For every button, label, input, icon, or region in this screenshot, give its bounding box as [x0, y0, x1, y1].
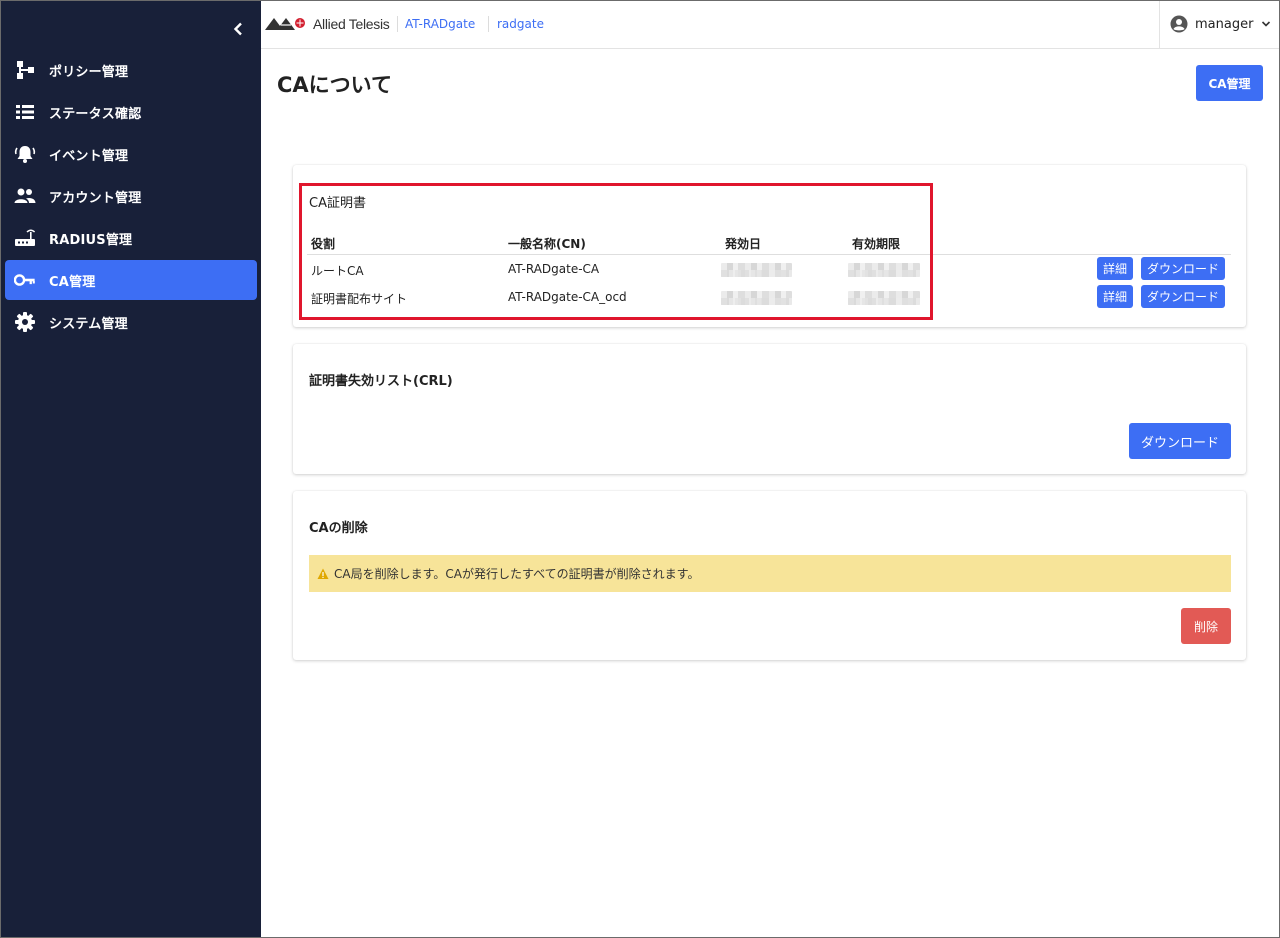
cell-role: 証明書配布サイト: [311, 292, 408, 306]
column-header: 役割: [311, 237, 336, 251]
top-header: Allied Telesis AT-RADgate radgate manage…: [261, 0, 1280, 49]
sidebar-item-label: ステータス確認: [49, 106, 142, 122]
download-button[interactable]: ダウンロード: [1141, 285, 1225, 308]
issue-date-redacted: [721, 291, 792, 305]
users-icon: [14, 185, 36, 207]
warning-alert: CA局を削除します。CAが発行したすべての証明書が削除されます。: [309, 555, 1231, 592]
bell-icon: [14, 143, 36, 165]
card-title: 証明書失効リスト(CRL): [309, 374, 453, 389]
user-menu[interactable]: manager: [1159, 0, 1280, 48]
sidebar-item-events[interactable]: イベント管理: [5, 134, 257, 174]
host-link[interactable]: radgate: [497, 17, 544, 31]
product-link[interactable]: AT-RADgate: [405, 17, 475, 31]
sidebar-item-status[interactable]: ステータス確認: [5, 92, 257, 132]
chevron-down-icon: [1262, 21, 1271, 27]
cell-common-name: AT-RADgate-CA: [508, 262, 600, 276]
header-divider: [488, 16, 489, 32]
sidebar-item-label: イベント管理: [49, 148, 129, 164]
sidebar: ポリシー管理 ステータス確認 イベント管理 アカウント管理 RADIUS管理 C…: [0, 0, 261, 938]
column-header: 一般名称(CN): [508, 237, 586, 251]
header-divider: [397, 16, 398, 32]
sidebar-item-label: システム管理: [49, 316, 128, 332]
detail-button[interactable]: 詳細: [1097, 285, 1133, 308]
account-circle-icon: [1170, 15, 1188, 33]
table-divider: [307, 254, 1231, 255]
sidebar-item-radius[interactable]: RADIUS管理: [5, 218, 257, 258]
warning-icon: [317, 568, 329, 579]
sidebar-item-accounts[interactable]: アカウント管理: [5, 176, 257, 216]
expiry-date-redacted: [848, 263, 920, 277]
expiry-date-redacted: [848, 291, 920, 305]
brand-name: Allied Telesis: [313, 16, 390, 32]
detail-button[interactable]: 詳細: [1097, 257, 1133, 280]
column-header: 発効日: [725, 237, 762, 251]
download-button[interactable]: ダウンロード: [1141, 257, 1225, 280]
key-icon: [14, 269, 36, 291]
crl-card: 証明書失効リスト(CRL) ダウンロード: [293, 344, 1246, 474]
crl-download-button[interactable]: ダウンロード: [1129, 423, 1231, 459]
collapse-sidebar-button[interactable]: [228, 18, 248, 40]
chevron-left-icon: [233, 22, 242, 36]
issue-date-redacted: [721, 263, 792, 277]
sidebar-item-label: RADIUS管理: [49, 232, 133, 248]
sidebar-item-label: アカウント管理: [49, 190, 142, 206]
ca-certificate-card: CA証明書 役割 一般名称(CN) 発効日 有効期限 ルートCA AT-RADg…: [293, 165, 1246, 327]
delete-ca-button[interactable]: 削除: [1181, 608, 1231, 644]
list-icon: [14, 101, 36, 123]
column-header: 有効期限: [852, 237, 901, 251]
card-title: CAの削除: [309, 521, 368, 536]
brand-logo[interactable]: Allied Telesis: [265, 16, 390, 32]
cell-role: ルートCA: [311, 264, 364, 278]
gear-icon: [14, 311, 36, 333]
sidebar-item-label: CA管理: [49, 274, 96, 290]
cell-common-name: AT-RADgate-CA_ocd: [508, 290, 627, 304]
sidebar-item-ca[interactable]: CA管理: [5, 260, 257, 300]
sidebar-nav: ポリシー管理 ステータス確認 イベント管理 アカウント管理 RADIUS管理 C…: [0, 50, 261, 344]
allied-telesis-logo-icon: [265, 18, 305, 30]
sidebar-item-system[interactable]: システム管理: [5, 302, 257, 342]
card-title: CA証明書: [309, 196, 366, 211]
delete-ca-card: CAの削除 CA局を削除します。CAが発行したすべての証明書が削除されます。 削…: [293, 491, 1246, 660]
warning-text: CA局を削除します。CAが発行したすべての証明書が削除されます。: [334, 567, 700, 581]
policy-tree-icon: [14, 59, 36, 81]
user-name: manager: [1195, 16, 1254, 32]
page-title: CAについて: [277, 73, 393, 97]
sidebar-item-label: ポリシー管理: [49, 64, 129, 80]
ca-manage-button[interactable]: CA管理: [1196, 65, 1263, 101]
sidebar-item-policy[interactable]: ポリシー管理: [5, 50, 257, 90]
router-icon: [14, 227, 36, 249]
